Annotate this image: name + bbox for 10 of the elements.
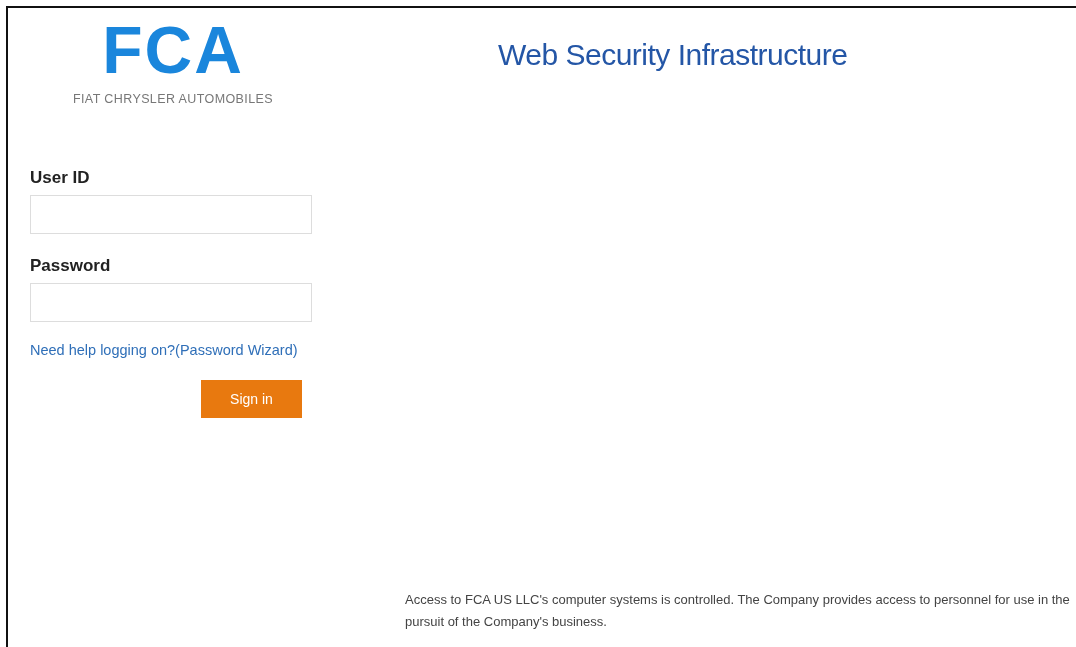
disclaimer-text: Access to FCA US LLC's computer systems is controlled. The Company provides access to personnel for use in the pursuit of the Company's business. [405,591,1071,631]
input-field[interactable] [30,283,312,322]
field-label: User ID [30,168,90,188]
logo-tagline: FIAT CHRYSLER AUTOMOBILES [72,92,274,106]
logo-mark: FCA [102,20,244,80]
input-field[interactable] [30,195,312,234]
sign-in-button[interactable]: Sign in [201,380,302,418]
field-label: Password [30,256,111,276]
help-link[interactable]: Need help logging on?(Password Wizard) [30,342,298,358]
page-title: Web Security Infrastructure [498,38,849,72]
